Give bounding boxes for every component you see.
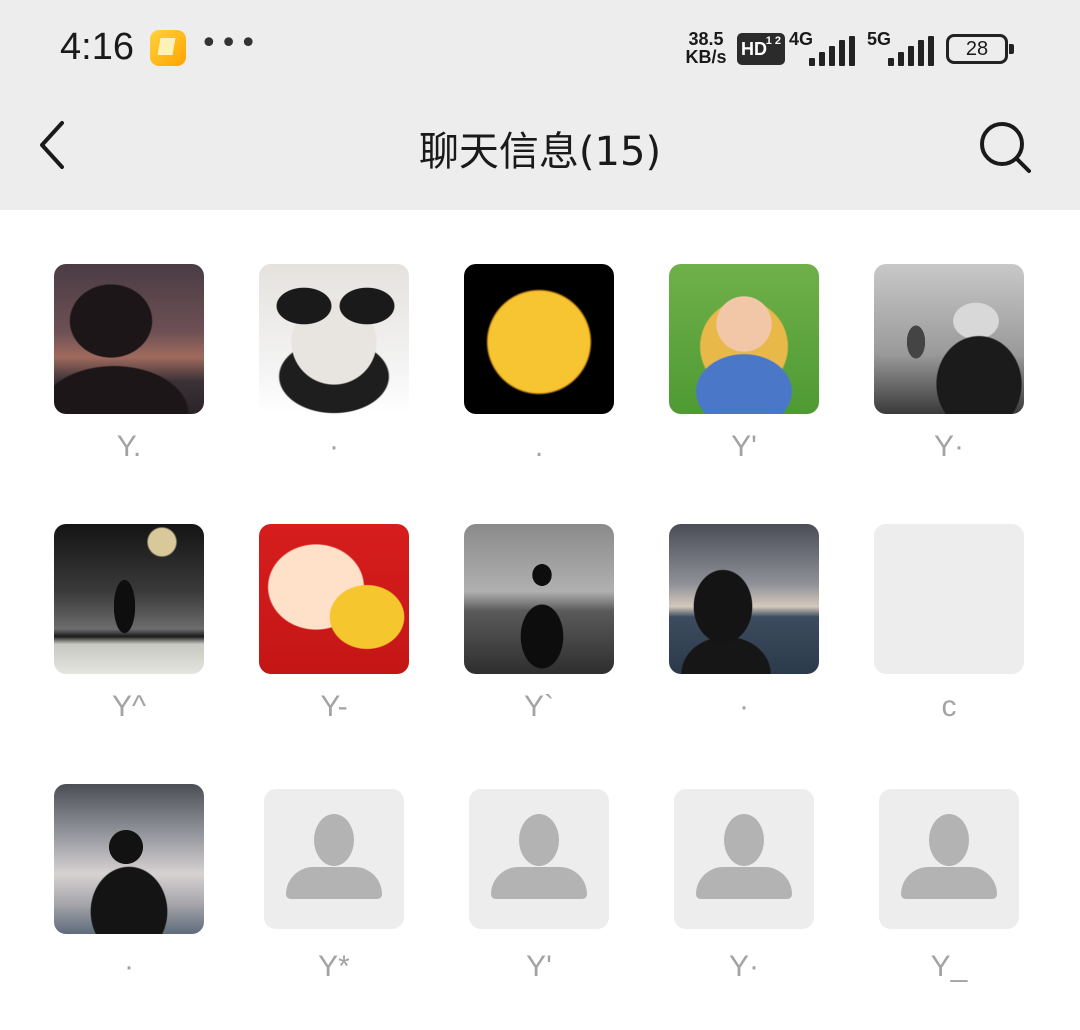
status-time: 4:16 (60, 26, 134, 68)
member-name: Y_ (930, 950, 968, 983)
search-icon (980, 122, 1031, 173)
default-person-icon[interactable] (469, 789, 609, 929)
member-item[interactable]: · (659, 524, 829, 754)
network-speed-value: 38.5 (688, 29, 724, 49)
member-avatar[interactable] (259, 264, 409, 414)
member-avatar[interactable] (54, 524, 204, 674)
member-avatar[interactable] (874, 264, 1024, 414)
member-name: · (124, 950, 134, 983)
notes-app-icon (150, 30, 186, 66)
member-item[interactable]: Y^ (44, 524, 214, 754)
member-name: Y- (320, 690, 348, 723)
member-item[interactable]: Y. (44, 264, 214, 494)
search-button[interactable] (975, 117, 1035, 177)
default-person-icon[interactable] (264, 789, 404, 929)
hd-voice-icon: HD 1 2 (737, 33, 785, 65)
default-person-icon[interactable] (879, 789, 1019, 929)
member-name: Y^ (111, 690, 147, 723)
member-item[interactable]: Y- (249, 524, 419, 754)
member-avatar[interactable] (669, 264, 819, 414)
member-name: Y' (731, 430, 757, 463)
network-speed-unit: KB/s (685, 47, 727, 67)
member-avatar[interactable] (259, 524, 409, 674)
member-item[interactable]: Y· (659, 784, 829, 1014)
default-person-icon[interactable] (674, 789, 814, 929)
hd-sub: 1 2 (765, 35, 781, 47)
member-avatar[interactable] (464, 524, 614, 674)
member-avatar[interactable] (464, 264, 614, 414)
member-item[interactable]: Y' (659, 264, 829, 494)
battery-level: 28 (965, 38, 989, 60)
member-name: Y. (116, 430, 142, 463)
member-name: Y` (524, 690, 554, 723)
member-item[interactable]: Y` (454, 524, 624, 754)
member-name: Y· (729, 950, 759, 983)
member-item[interactable]: Y_ (864, 784, 1034, 1014)
member-name: Y* (318, 950, 350, 983)
hd-label: HD (741, 39, 767, 59)
status-bar: 4:16 ••• 38.5 KB/s HD 1 2 4G 5G 28 (0, 0, 1080, 95)
member-item[interactable]: · (249, 264, 419, 494)
page-title: 聊天信息(15) (418, 129, 662, 175)
member-avatar[interactable] (54, 784, 204, 934)
battery-icon: 28 (946, 34, 1014, 64)
member-name: . (534, 430, 544, 463)
member-name: Y· (934, 430, 964, 463)
ellipsis-icon: ••• (200, 26, 260, 61)
member-item[interactable]: c (864, 524, 1034, 754)
member-item[interactable]: . (454, 264, 624, 494)
member-item[interactable]: Y' (454, 784, 624, 1014)
signal-strength-icon (884, 34, 934, 66)
member-avatar[interactable] (669, 524, 819, 674)
member-item[interactable]: · (44, 784, 214, 1014)
member-grid: Y. · . Y' Y· Y^ Y- Y` · c · Y* Y' Y· Y_ (0, 210, 1080, 1030)
member-name: Y' (526, 950, 552, 983)
nav-bar: 聊天信息(15) (0, 95, 1080, 210)
member-name: · (739, 690, 749, 723)
signal-strength-icon (805, 34, 855, 66)
member-avatar[interactable] (874, 524, 1024, 674)
member-name: · (329, 430, 339, 463)
network-speed: 38.5 KB/s (680, 30, 732, 66)
member-item[interactable]: Y· (864, 264, 1034, 494)
member-avatar[interactable] (54, 264, 204, 414)
member-name: c (941, 690, 957, 723)
member-item[interactable]: Y* (249, 784, 419, 1014)
